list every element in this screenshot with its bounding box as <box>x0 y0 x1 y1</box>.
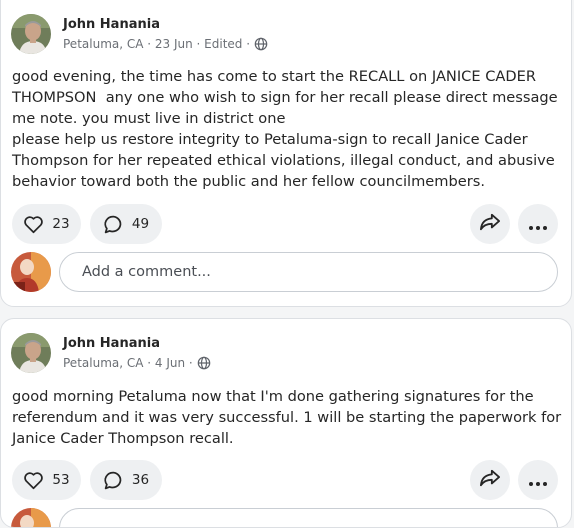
comment-input-placeholder: Add a comment... <box>82 264 211 280</box>
heart-icon <box>23 471 44 490</box>
share-arrow-icon <box>479 468 501 492</box>
author-name[interactable]: John Hanania <box>63 336 160 351</box>
comment-input[interactable] <box>59 508 558 527</box>
comment-count: 36 <box>131 472 150 488</box>
more-dots-icon <box>529 471 547 490</box>
author-avatar[interactable] <box>11 14 51 54</box>
globe-icon <box>254 37 268 51</box>
more-options-button[interactable] <box>518 460 558 500</box>
share-arrow-icon <box>479 212 501 236</box>
post-card: John Hanania Petaluma, CA · 23 Jun · Edi… <box>0 0 572 307</box>
comment-count: 49 <box>131 216 150 232</box>
like-count: 53 <box>52 472 70 488</box>
more-dots-icon <box>529 215 547 234</box>
like-button[interactable]: 23 <box>12 204 81 244</box>
comment-button[interactable]: 49 <box>90 204 162 244</box>
heart-icon <box>23 215 44 234</box>
current-user-avatar[interactable] <box>11 252 51 292</box>
author-avatar[interactable] <box>11 333 51 373</box>
like-button[interactable]: 53 <box>12 460 81 500</box>
globe-icon <box>197 356 211 370</box>
post-meta-text: Petaluma, CA · 4 Jun · <box>63 356 193 370</box>
comment-button[interactable]: 36 <box>90 460 162 500</box>
like-count: 23 <box>52 216 70 232</box>
post-card: John Hanania Petaluma, CA · 4 Jun · good… <box>0 318 572 528</box>
author-name[interactable]: John Hanania <box>63 17 160 32</box>
comment-input[interactable]: Add a comment... <box>59 252 558 292</box>
post-meta: Petaluma, CA · 4 Jun · <box>63 356 211 370</box>
post-meta: Petaluma, CA · 23 Jun · Edited · <box>63 37 268 51</box>
more-options-button[interactable] <box>518 204 558 244</box>
share-button[interactable] <box>470 204 510 244</box>
post-body: good morning Petaluma now that I'm done … <box>12 388 562 447</box>
speech-bubble-icon <box>103 470 124 491</box>
share-button[interactable] <box>470 460 510 500</box>
post-meta-text: Petaluma, CA · 23 Jun · Edited · <box>63 37 251 51</box>
speech-bubble-icon <box>103 214 124 235</box>
current-user-avatar[interactable] <box>11 508 51 527</box>
post-body: good evening, the time has come to start… <box>12 68 558 190</box>
